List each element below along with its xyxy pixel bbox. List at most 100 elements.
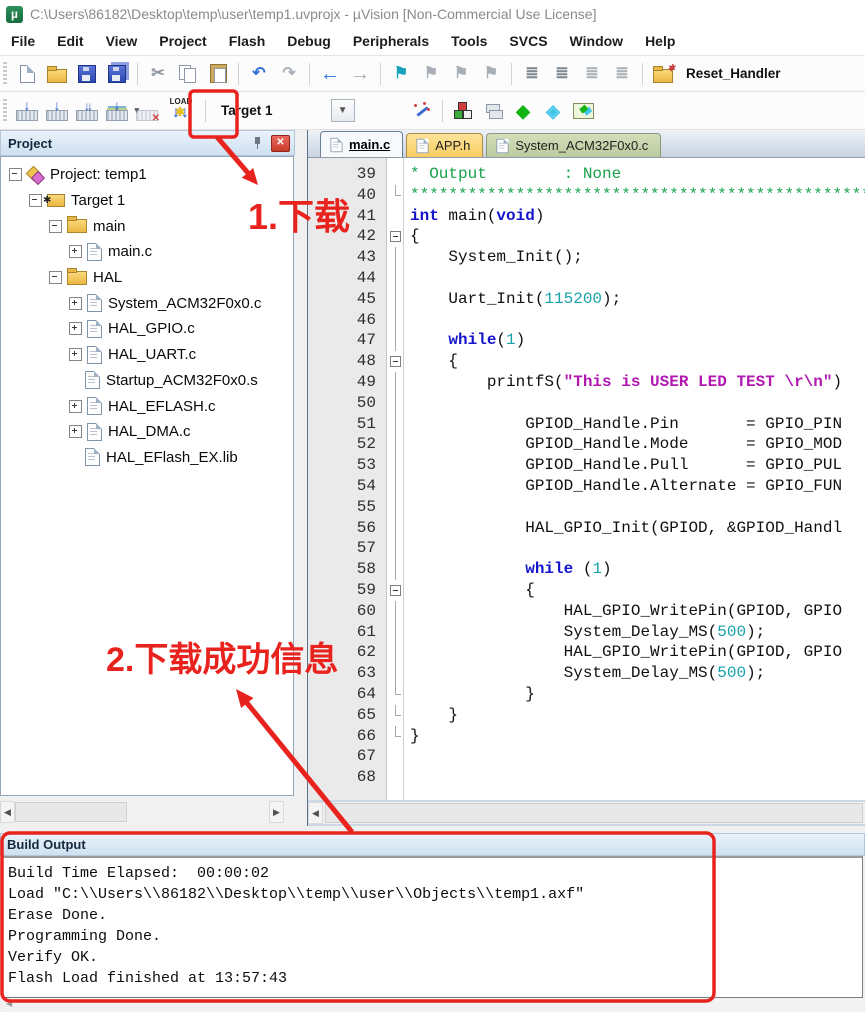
menu-view[interactable]: View [95,28,149,55]
tree-item[interactable]: HAL_GPIO.c [1,316,293,342]
menu-svcs[interactable]: SVCS [498,28,558,55]
clear-bookmarks-button[interactable]: ⚑ [476,60,506,88]
expand-icon[interactable] [69,400,82,413]
navigate-forward-button[interactable]: → [345,60,375,88]
tree-item-label: HAL_GPIO.c [108,320,195,337]
tree-item-label: Project: temp1 [50,166,147,183]
options-for-target-button[interactable] [407,97,437,125]
run-time-environment-button[interactable]: ◆ [508,97,538,125]
project-horizontal-scrollbar[interactable]: ◀ ▶ [0,801,286,823]
save-all-button[interactable] [102,60,132,88]
expand-icon[interactable] [69,245,82,258]
tree-item[interactable]: main [1,213,293,239]
close-panel-button[interactable]: ✕ [271,135,290,152]
menu-edit[interactable]: Edit [46,28,94,55]
tree-item[interactable]: HAL_UART.c [1,342,293,368]
paste-button[interactable] [203,60,233,88]
expand-icon[interactable] [69,297,82,310]
fold-collapse-icon[interactable] [390,231,401,242]
menu-bar: FileEditViewProjectFlashDebugPeripherals… [0,28,865,56]
tab-System_ACM32F0x0.c[interactable]: System_ACM32F0x0.c [486,133,661,157]
tree-item[interactable]: Startup_ACM32F0x0.s [1,368,293,394]
download-button[interactable]: LOAD✱↓↓ [162,97,200,125]
scroll-right-button[interactable]: ▶ [269,801,284,823]
tree-item[interactable]: HAL_DMA.c [1,419,293,445]
stop-build-button[interactable]: ✕ [132,97,162,125]
menu-debug[interactable]: Debug [276,28,342,55]
batch-build-menu-button[interactable]: ↓▾ [102,97,132,125]
panel-splitter[interactable] [295,130,307,826]
scroll-thumb[interactable] [325,803,863,823]
editor-horizontal-scrollbar[interactable]: ◀ [308,802,865,824]
unindent-button[interactable]: ≣ [517,60,547,88]
code-line: 58 while (1) [308,559,865,580]
open-project-button[interactable] [42,60,72,88]
translate-file-button[interactable]: ↓ [12,97,42,125]
expand-icon[interactable] [69,322,82,335]
copy-button[interactable] [173,60,203,88]
scroll-left-button[interactable]: ◀ [0,801,15,823]
manage-project-items-button[interactable] [448,97,478,125]
scroll-thumb[interactable] [15,802,127,822]
comment-selection-button[interactable]: ≣ [577,60,607,88]
folder-icon [67,219,87,233]
tree-item[interactable]: Target 1 [1,188,293,214]
fold-collapse-icon[interactable] [390,585,401,596]
build-output-scroll-strip[interactable]: ◀ [2,999,863,1012]
cut-button[interactable]: ✂ [143,60,173,88]
redo-button[interactable]: ↷ [274,60,304,88]
menu-flash[interactable]: Flash [218,28,277,55]
uncomment-selection-button[interactable]: ≣ [607,60,637,88]
tab-main.c[interactable]: main.c [320,131,403,157]
code-line: 39* Output : None [308,164,865,185]
pack-installer-button[interactable]: ◆ [568,97,598,125]
tree-item[interactable]: HAL_EFlash_EX.lib [1,445,293,471]
select-software-packs-button[interactable]: ◈ [538,97,568,125]
next-bookmark-button[interactable]: ⚑ [446,60,476,88]
build-target-button[interactable]: ↓ [42,97,72,125]
indent-button[interactable]: ≣ [547,60,577,88]
pin-icon[interactable] [251,136,265,150]
save-button[interactable] [72,60,102,88]
target-select-combo[interactable]: Target 1 ▼ [211,99,407,122]
tree-item-label: main.c [108,243,152,260]
scroll-left-button[interactable]: ◀ [308,802,323,824]
tree-item[interactable]: Project: temp1 [1,162,293,188]
rebuild-all-button[interactable]: ↓↓ [72,97,102,125]
toggle-bookmark-button[interactable]: ⚑ [386,60,416,88]
menu-project[interactable]: Project [148,28,217,55]
collapse-icon[interactable] [49,220,62,233]
menu-window[interactable]: Window [559,28,635,55]
prev-bookmark-button[interactable]: ⚑ [416,60,446,88]
tree-item[interactable]: System_ACM32F0x0.c [1,290,293,316]
menu-tools[interactable]: Tools [440,28,498,55]
collapse-icon[interactable] [49,271,62,284]
project-panel-header: Project ✕ [0,130,295,156]
toolbar-separator [309,63,310,85]
fold-collapse-icon[interactable] [390,356,401,367]
expand-icon[interactable] [69,348,82,361]
build-output-line: Programming Done. [8,926,862,947]
menu-file[interactable]: File [0,28,46,55]
collapse-icon[interactable] [29,194,42,207]
folder-icon [67,271,87,285]
manage-books-button[interactable] [478,97,508,125]
undo-button[interactable]: ↶ [244,60,274,88]
navigate-back-button[interactable]: ← [315,60,345,88]
tree-item[interactable]: HAL [1,265,293,291]
current-function-icon: ✱ [648,60,678,88]
menu-peripherals[interactable]: Peripherals [342,28,440,55]
code-line: 48 { [308,351,865,372]
target-dropdown-button[interactable]: ▼ [331,99,355,122]
toolbar-separator [238,63,239,85]
tab-APP.h[interactable]: APP.h [406,133,483,157]
code-line: 61 System_Delay_MS(500); [308,622,865,643]
expand-icon[interactable] [69,425,82,438]
code-line: 51 GPIOD_Handle.Pin = GPIO_PIN [308,414,865,435]
code-editor[interactable]: 39* Output : None40*********************… [308,158,865,800]
tree-item[interactable]: HAL_EFLASH.c [1,393,293,419]
tree-item[interactable]: main.c [1,239,293,265]
new-file-button[interactable] [12,60,42,88]
menu-help[interactable]: Help [634,28,686,55]
collapse-icon[interactable] [9,168,22,181]
